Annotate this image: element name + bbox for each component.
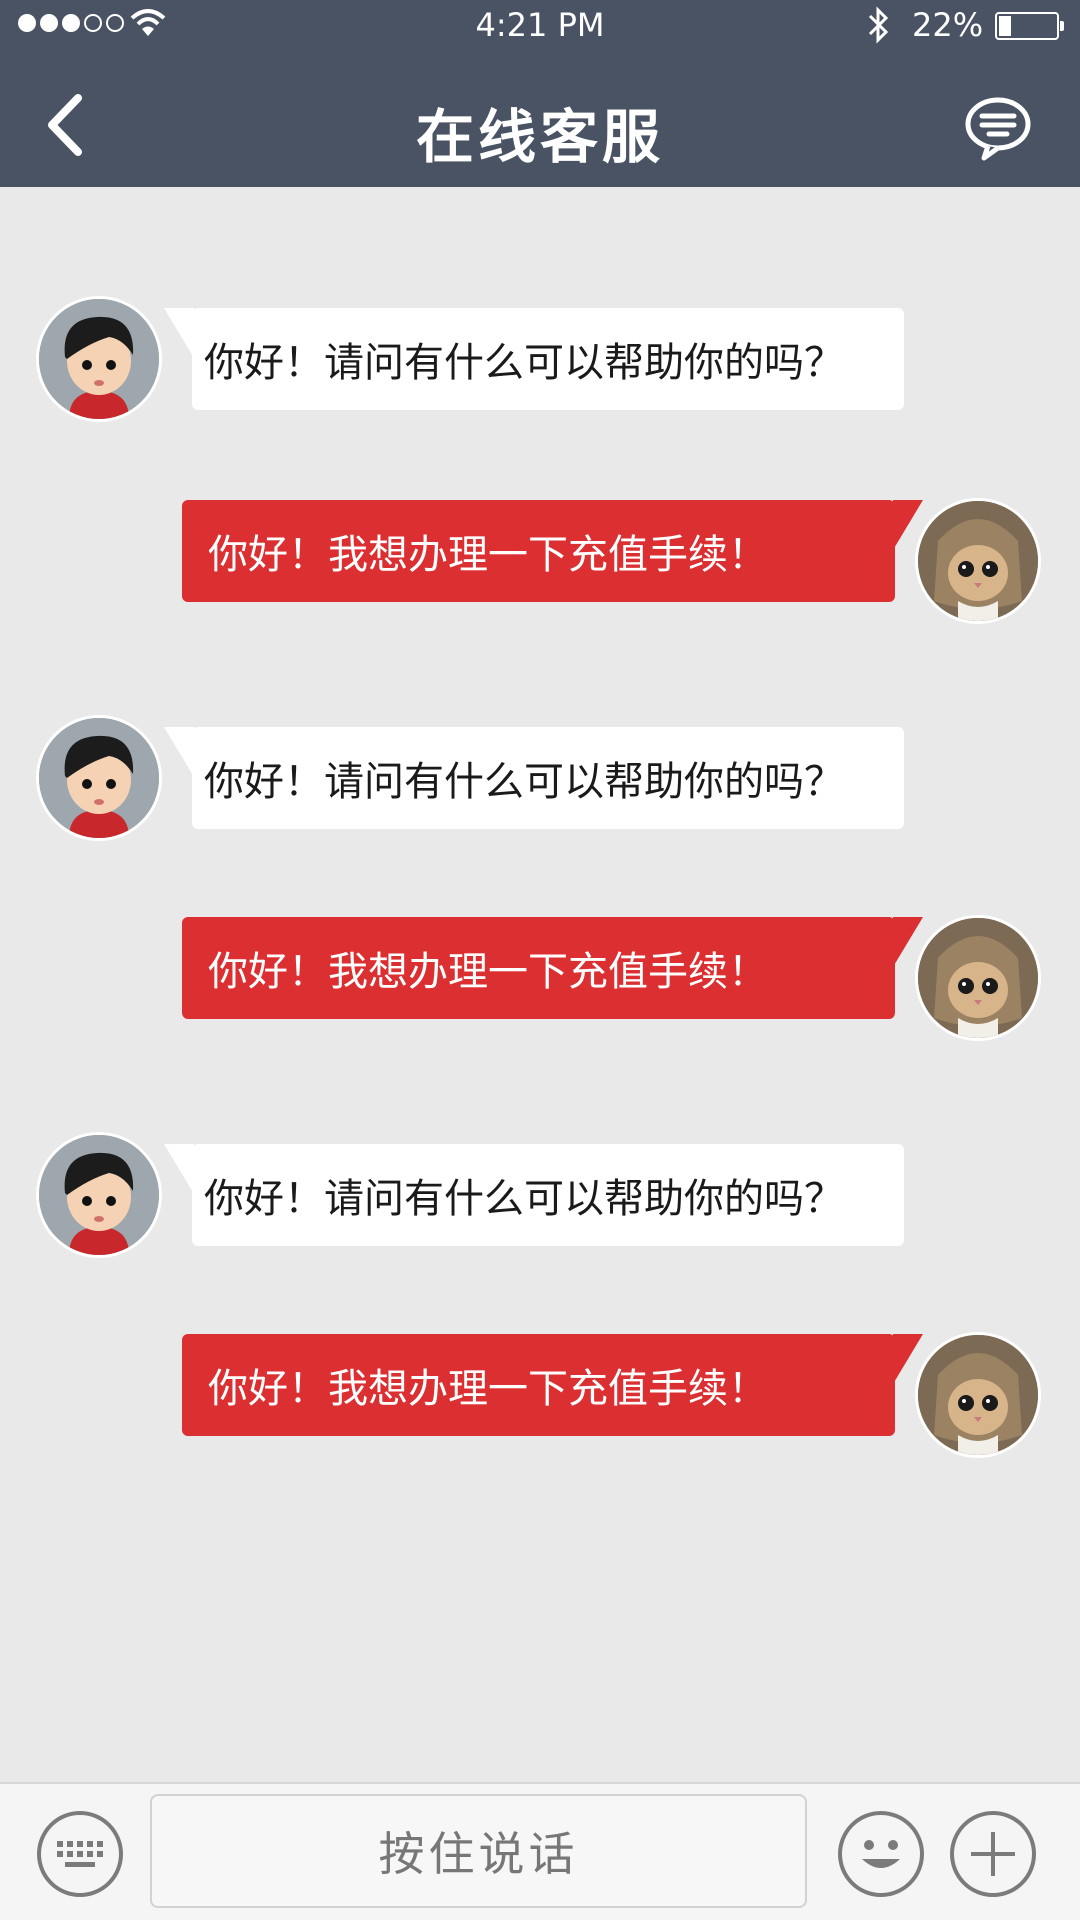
message-text: 你好！请问有什么可以帮助你的吗？: [204, 759, 844, 805]
status-bar: 4:21 PM 22%: [0, 0, 1080, 52]
message-text: 你好！我想办理一下充值手续！: [208, 1366, 768, 1412]
message-text: 你好！我想办理一下充值手续！: [208, 949, 768, 995]
battery-icon: [995, 12, 1064, 40]
user-message-bubble[interactable]: 你好！我想办理一下充值手续！: [182, 500, 895, 602]
hold-to-talk-button[interactable]: 按住说话: [150, 1794, 807, 1908]
chat-message-list[interactable]: 你好！请问有什么可以帮助你的吗？ 你好！我想办理一下充值手续！ 你好！请问有什么…: [0, 187, 1080, 1782]
header-bar: 4:21 PM 22% 在线客服: [0, 0, 1080, 187]
user-avatar[interactable]: [915, 1332, 1041, 1458]
message-row-user: 你好！我想办理一下充值手续！: [0, 915, 1080, 1045]
input-bar: 按住说话: [0, 1782, 1080, 1920]
message-row-agent: 你好！请问有什么可以帮助你的吗？: [0, 715, 1080, 845]
bluetooth-icon: [868, 6, 889, 44]
plus-icon[interactable]: [950, 1811, 1036, 1897]
agent-message-bubble[interactable]: 你好！请问有什么可以帮助你的吗？: [192, 1144, 904, 1246]
message-text: 你好！我想办理一下充值手续！: [208, 532, 768, 578]
smiley-icon[interactable]: [838, 1811, 924, 1897]
keyboard-icon[interactable]: [37, 1811, 123, 1897]
user-avatar[interactable]: [915, 498, 1041, 624]
agent-avatar[interactable]: [36, 296, 162, 422]
agent-message-bubble[interactable]: 你好！请问有什么可以帮助你的吗？: [192, 308, 904, 410]
message-text: 你好！请问有什么可以帮助你的吗？: [204, 340, 844, 386]
message-bubble-icon[interactable]: [962, 96, 1034, 162]
agent-avatar[interactable]: [36, 1132, 162, 1258]
user-avatar[interactable]: [915, 915, 1041, 1041]
page-title: 在线客服: [415, 103, 664, 171]
user-message-bubble[interactable]: 你好！我想办理一下充值手续！: [182, 1334, 895, 1436]
message-row-agent: 你好！请问有什么可以帮助你的吗？: [0, 296, 1080, 426]
message-row-user: 你好！我想办理一下充值手续！: [0, 1332, 1080, 1462]
battery-percent: 22%: [912, 6, 984, 44]
message-row-user: 你好！我想办理一下充值手续！: [0, 498, 1080, 628]
agent-message-bubble[interactable]: 你好！请问有什么可以帮助你的吗？: [192, 727, 904, 829]
message-row-agent: 你好！请问有什么可以帮助你的吗？: [0, 1132, 1080, 1262]
agent-avatar[interactable]: [36, 715, 162, 841]
message-text: 你好！请问有什么可以帮助你的吗？: [204, 1176, 844, 1222]
user-message-bubble[interactable]: 你好！我想办理一下充值手续！: [182, 917, 895, 1019]
